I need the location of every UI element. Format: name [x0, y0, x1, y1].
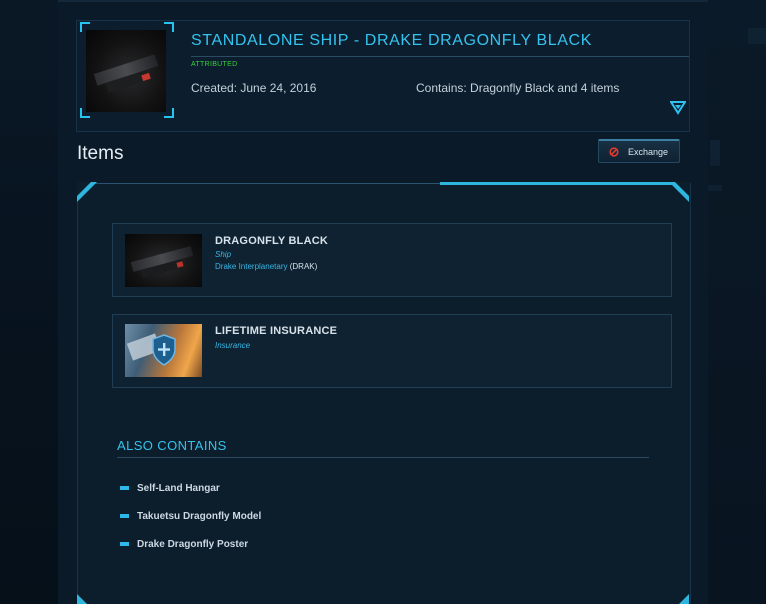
bullet	[120, 542, 129, 546]
accent-bar	[440, 182, 688, 185]
item-name: DRAGONFLY BLACK	[215, 235, 329, 247]
list-item-label: Self-Land Hangar	[137, 482, 220, 494]
shield-plus-icon	[152, 334, 176, 366]
list-item: Takuetsu Dragonfly Model	[120, 510, 261, 522]
items-heading: Items	[77, 143, 124, 164]
list-item-label: Takuetsu Dragonfly Model	[137, 510, 262, 522]
contains-summary: Contains: Dragonfly Black and 4 items	[416, 81, 620, 95]
status-badge: ATTRIBUTED	[191, 61, 238, 68]
item-manufacturer: Drake Interplanetary (DRAK)	[215, 262, 317, 271]
background-right	[708, 0, 766, 604]
background-left	[0, 0, 58, 604]
list-item: Drake Dragonfly Poster	[120, 538, 248, 550]
created-date: Created: June 24, 2016	[191, 81, 317, 95]
item-name: LIFETIME INSURANCE	[215, 325, 338, 337]
manufacturer-name[interactable]: Drake Interplanetary	[215, 262, 287, 271]
item-image	[125, 234, 202, 287]
also-contains-heading: ALSO CONTAINS	[117, 438, 227, 453]
exchange-label: Exchange	[628, 146, 669, 157]
list-item-label: Drake Dragonfly Poster	[137, 538, 249, 550]
corner-ornament	[669, 182, 689, 202]
item-type: Ship	[215, 250, 232, 259]
corner-ornament	[77, 594, 87, 604]
expand-arrow-icon[interactable]	[670, 101, 686, 115]
corner-ornament	[77, 182, 97, 202]
corner-ornament	[679, 594, 689, 604]
pledge-thumbnail	[86, 30, 166, 112]
item-image	[125, 324, 202, 377]
item-type: Insurance	[215, 341, 251, 350]
bullet	[120, 514, 129, 518]
pledge-title: STANDALONE SHIP - DRAKE DRAGONFLY BLACK	[191, 32, 592, 49]
bullet	[120, 486, 129, 490]
divider	[191, 56, 689, 57]
exchange-button[interactable]: Exchange	[598, 139, 680, 163]
manufacturer-code: (DRAK)	[289, 262, 318, 271]
list-item: Self-Land Hangar	[120, 482, 220, 494]
prohibited-icon	[609, 146, 619, 157]
divider	[117, 457, 649, 458]
